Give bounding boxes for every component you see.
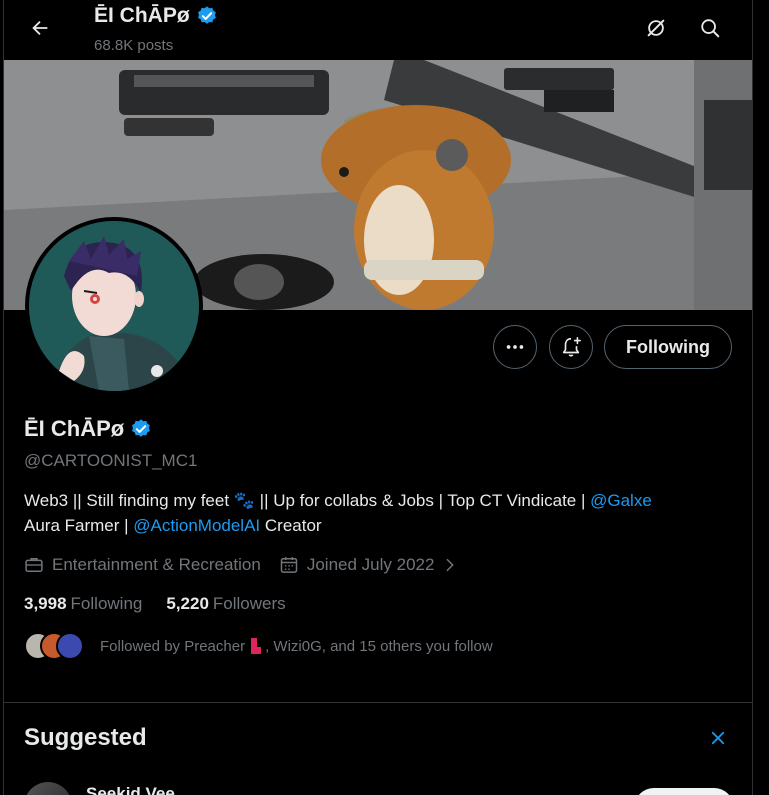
followers-label: Followers — [212, 594, 286, 613]
followed-by-prefix: Followed by Preacher — [100, 637, 246, 655]
more-dots-icon — [506, 345, 524, 349]
bio-text: Web3 || Still finding my feet — [24, 491, 234, 510]
following-count: 3,998 — [24, 594, 67, 613]
profile-handle: @CARTOONIST_MC1 — [24, 451, 198, 470]
search-button[interactable] — [692, 10, 728, 46]
suggested-title: Suggested — [24, 724, 147, 751]
profile-bio: Web3 || Still finding my feet 🐾 || Up fo… — [24, 488, 734, 538]
followers-count-link[interactable]: 5,220 Followers — [166, 594, 285, 614]
suggested-follow-button[interactable] — [634, 788, 734, 795]
search-icon — [701, 19, 720, 38]
suggested-user-avatar[interactable] — [24, 782, 72, 795]
briefcase-icon — [25, 558, 43, 572]
header-post-count: 68.8K posts — [94, 37, 174, 54]
header-display-name: ĒI ChĀPø — [94, 4, 190, 27]
verified-badge-icon — [132, 419, 151, 437]
notifications-button[interactable] — [549, 325, 593, 369]
bio-text: Creator — [260, 516, 322, 535]
profile-name: ĒI ChĀPø — [24, 416, 152, 442]
bell-plus-icon — [562, 337, 581, 357]
follow-stats: 3,998 Following 5,220 Followers — [24, 594, 286, 614]
avatar-image — [29, 221, 199, 391]
verified-badge-icon — [197, 6, 216, 24]
suggested-user-name[interactable]: Seekid Vee — [86, 784, 175, 795]
back-button[interactable] — [22, 10, 58, 46]
followers-count: 5,220 — [166, 594, 209, 613]
bio-text: || Up for collabs & Jobs | Top CT Vindic… — [254, 491, 591, 510]
joined-label: Joined July 2022 — [306, 555, 435, 574]
section-divider — [4, 702, 752, 703]
profile-column: ĒI ChĀPø 68.8K posts Following ĒI ChĀPø … — [3, 0, 753, 795]
following-button[interactable]: Following — [604, 325, 732, 369]
paw-emoji: 🐾 — [233, 491, 255, 510]
top-bar: ĒI ChĀPø 68.8K posts — [4, 0, 752, 60]
profile-avatar[interactable] — [25, 217, 203, 395]
followed-by[interactable]: Followed by Preacher , Wizi0G, and 15 ot… — [24, 632, 493, 660]
red-boot-icon — [251, 638, 262, 654]
more-options-button[interactable] — [493, 325, 537, 369]
profile-meta: Entertainment & Recreation Joined July 2… — [24, 554, 476, 576]
close-icon — [711, 731, 725, 745]
grok-icon — [647, 19, 665, 37]
joined-item[interactable]: Joined July 2022 — [279, 555, 459, 575]
dismiss-suggested-button[interactable] — [704, 724, 732, 752]
grok-button[interactable] — [638, 10, 674, 46]
chevron-right-icon — [447, 558, 455, 572]
mention-link[interactable]: @Galxe — [590, 491, 652, 510]
following-count-link[interactable]: 3,998 Following — [24, 594, 142, 614]
follower-avatar — [56, 632, 84, 660]
following-label: Following — [70, 594, 143, 613]
followed-by-suffix: , Wizi0G, and 15 others you follow — [265, 637, 493, 655]
suggested-user-row[interactable]: Seekid Vee — [24, 782, 734, 795]
bio-text: Aura Farmer | — [24, 516, 134, 535]
page: ĒI ChĀPø 68.8K posts Following ĒI ChĀPø … — [0, 0, 769, 795]
calendar-icon — [280, 557, 298, 573]
header-title: ĒI ChĀPø — [94, 4, 218, 28]
scrollbar[interactable] — [760, 0, 769, 795]
followed-by-avatars — [24, 632, 88, 660]
arrow-left-icon — [32, 20, 48, 36]
category-label: Entertainment & Recreation — [52, 555, 261, 574]
mention-link[interactable]: @ActionModelAI — [133, 516, 260, 535]
category-item: Entertainment & Recreation — [24, 555, 261, 575]
profile-display-name: ĒI ChĀPø — [24, 416, 125, 441]
